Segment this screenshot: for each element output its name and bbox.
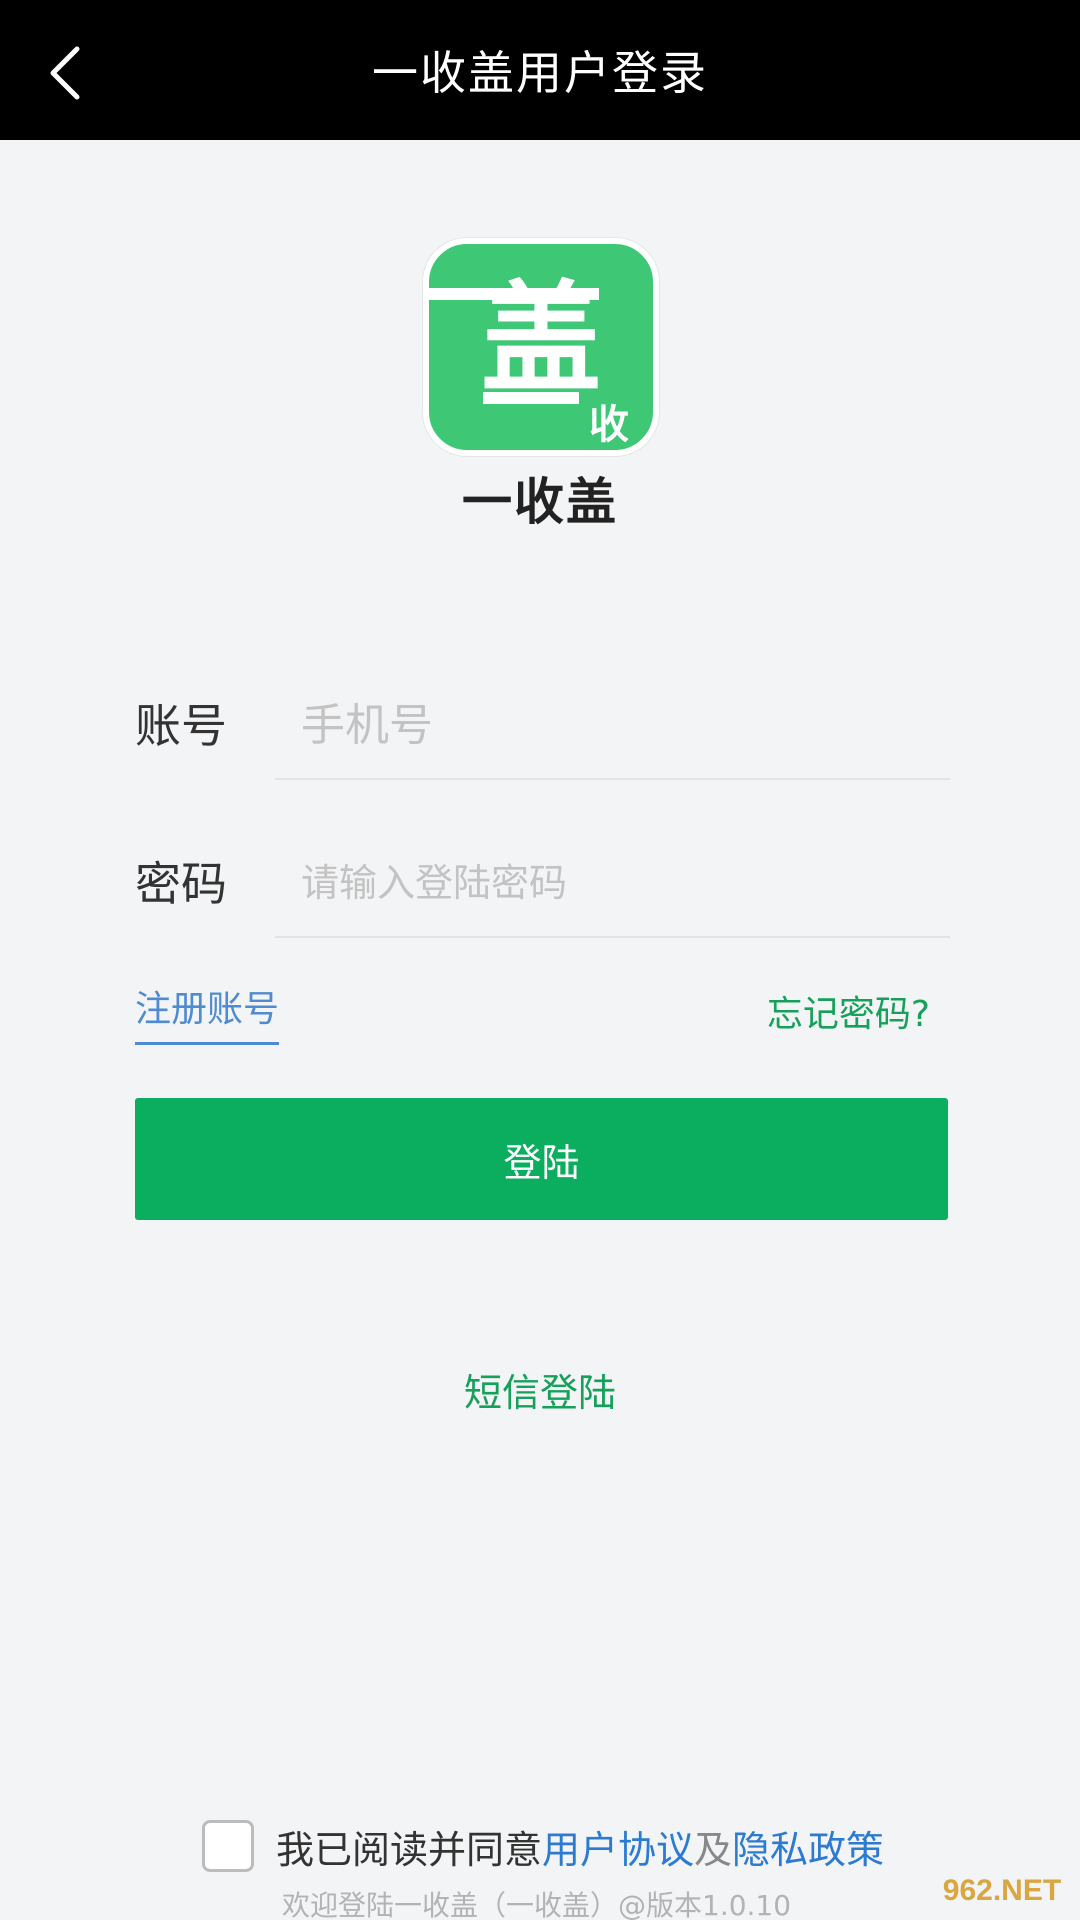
footer-version-text: 欢迎登陆一收盖（一收盖）@版本1.0.10 xyxy=(282,1889,792,1920)
account-label: 账号 xyxy=(135,699,227,753)
agreement-row: 我已阅读并同意 用户协议 及 隐私政策 xyxy=(202,1818,884,1874)
password-label: 密码 xyxy=(135,857,227,911)
logo-small-char: 收 xyxy=(589,402,629,448)
user-agreement-link[interactable]: 用户协议 xyxy=(542,1819,694,1874)
agreement-and: 及 xyxy=(694,1827,733,1872)
app-name: 一收盖 xyxy=(462,473,618,531)
logo-main-char: 盖 xyxy=(481,270,601,409)
title-bar: 一收盖用户登录 xyxy=(0,0,1080,140)
account-input[interactable] xyxy=(275,680,950,770)
forgot-password-link[interactable]: 忘记密码? xyxy=(767,985,930,1037)
page-title: 一收盖用户登录 xyxy=(372,46,708,100)
privacy-policy-link[interactable]: 隐私政策 xyxy=(732,1819,884,1874)
sms-login-link[interactable]: 短信登陆 xyxy=(0,1362,1080,1417)
password-input[interactable] xyxy=(275,838,950,928)
login-page: 一收盖用户登录 盖 收 一收盖 账号 密码 注册账号 忘记密码? 登陆 短信登陆… xyxy=(0,0,1080,1920)
app-logo-icon: 盖 收 xyxy=(423,238,659,456)
account-underline xyxy=(275,778,950,780)
watermark-logo: 962.NET xyxy=(942,1874,1062,1907)
agreement-checkbox[interactable] xyxy=(202,1820,254,1872)
register-link[interactable]: 注册账号 xyxy=(135,980,280,1045)
login-button[interactable]: 登陆 xyxy=(135,1098,948,1220)
password-row: 密码 xyxy=(135,826,950,938)
agreement-prefix: 我已阅读并同意 xyxy=(276,1827,543,1872)
password-underline xyxy=(275,936,950,938)
account-row: 账号 xyxy=(135,668,950,780)
